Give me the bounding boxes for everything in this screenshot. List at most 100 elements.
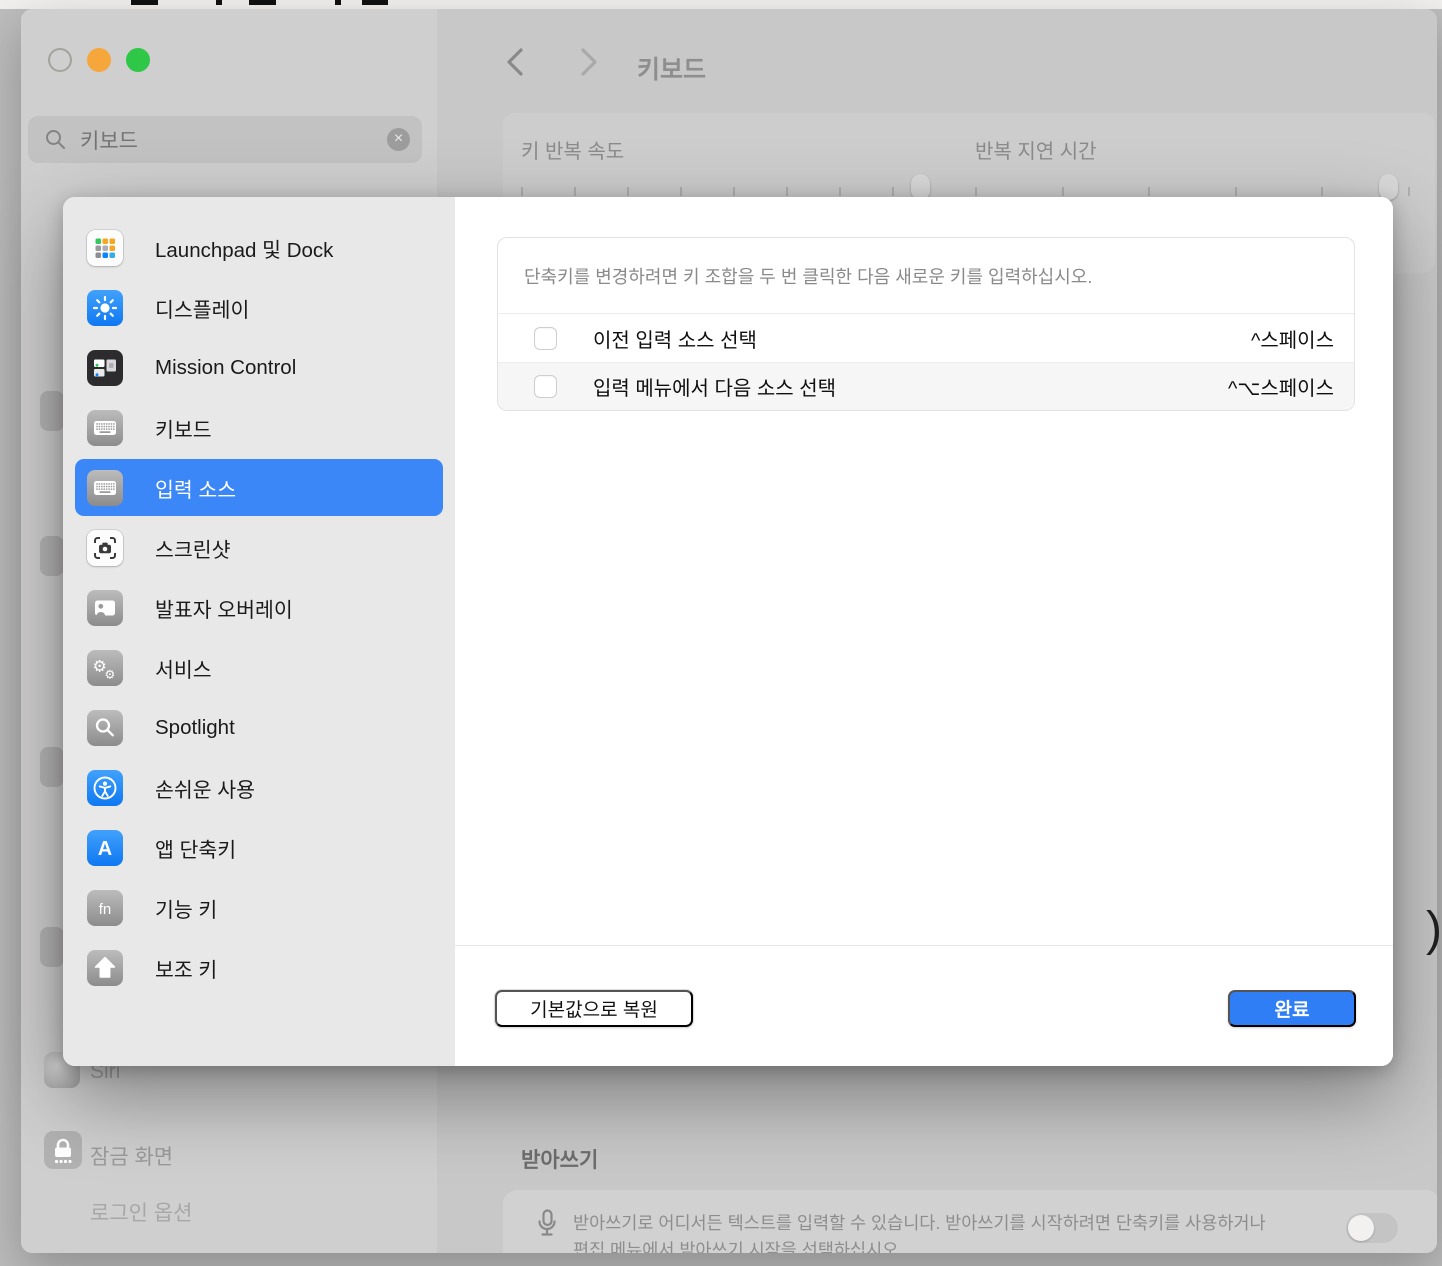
clipped-text-fragment bbox=[362, 0, 388, 5]
slider-tick bbox=[1235, 187, 1237, 196]
shortcut-instruction: 단축키를 변경하려면 키 조합을 두 번 클릭한 다음 새로운 키를 입력하십시… bbox=[498, 238, 1354, 314]
slider-tick bbox=[1148, 187, 1150, 196]
sidebar-item-lock-screen[interactable]: 잠금 화면 bbox=[90, 1141, 173, 1171]
input-sources-icon bbox=[87, 470, 123, 506]
presenter-overlay-icon bbox=[87, 590, 123, 626]
done-button[interactable]: 완료 bbox=[1228, 990, 1356, 1027]
shortcut-categories-sidebar: Launchpad 및 Dock 디스플레이 Mission Control 키보드입… bbox=[63, 197, 455, 1066]
dictation-title: 받아쓰기 bbox=[521, 1144, 598, 1174]
slider-tick bbox=[627, 187, 629, 196]
sidebar-item-login-options[interactable]: 로그인 옵션 bbox=[90, 1197, 192, 1227]
sheet-sidebar-item-label: 키보드 bbox=[155, 413, 212, 443]
shortcut-keys: ^⌥스페이스 bbox=[1228, 372, 1334, 401]
keyboard-shortcuts-sheet: Launchpad 및 Dock디스플레이Mission Control키보드입… bbox=[63, 197, 1393, 1066]
search-icon bbox=[44, 128, 67, 156]
sheet-sidebar-item-label: 발표자 오버레이 bbox=[155, 593, 293, 623]
shortcut-label: 이전 입력 소스 선택 bbox=[593, 324, 1251, 353]
zoom-button[interactable] bbox=[126, 48, 150, 72]
sheet-sidebar-item-4[interactable]: 입력 소스 bbox=[75, 459, 443, 516]
back-chevron-icon[interactable] bbox=[501, 45, 531, 84]
launchpad-dock-icon bbox=[87, 230, 123, 266]
toggle-knob bbox=[1348, 1215, 1374, 1241]
screenshot-icon bbox=[87, 530, 123, 566]
services-icon: ⚙⚙ bbox=[87, 650, 123, 686]
sheet-sidebar-item-0[interactable]: Launchpad 및 Dock bbox=[75, 219, 443, 276]
sheet-sidebar-item-label: Spotlight bbox=[155, 716, 235, 740]
sheet-sidebar-item-10[interactable]: A 앱 단축키 bbox=[75, 819, 443, 876]
sheet-sidebar-item-label: 디스플레이 bbox=[155, 293, 249, 323]
screen: 키보드 × Siri 잠금 화면 로그인 옵션 키보드 bbox=[0, 0, 1442, 1266]
clipped-text-fragment bbox=[131, 0, 158, 5]
slider-tick bbox=[680, 187, 682, 196]
search-field[interactable]: 키보드 × bbox=[28, 116, 422, 163]
function-keys-icon: fn bbox=[87, 890, 123, 926]
search-input[interactable]: 키보드 bbox=[80, 125, 422, 155]
dictation-toggle[interactable] bbox=[1346, 1213, 1398, 1243]
sheet-sidebar-item-label: Launchpad 및 Dock bbox=[155, 233, 333, 263]
sheet-sidebar-item-label: 서비스 bbox=[155, 653, 212, 683]
shortcut-label: 입력 메뉴에서 다음 소스 선택 bbox=[593, 372, 1228, 401]
shortcut-row-1[interactable]: 입력 메뉴에서 다음 소스 선택^⌥스페이스 bbox=[498, 362, 1354, 410]
restore-defaults-button[interactable]: 기본값으로 복원 bbox=[495, 990, 693, 1027]
shortcut-row-0[interactable]: 이전 입력 소스 선택^스페이스 bbox=[498, 314, 1354, 362]
slider-tick bbox=[786, 187, 788, 196]
app-shortcuts-icon: A bbox=[87, 830, 123, 866]
close-button[interactable] bbox=[48, 48, 72, 72]
sheet-sidebar-item-label: 보조 키 bbox=[155, 953, 217, 983]
shortcut-checkbox[interactable] bbox=[534, 327, 557, 350]
svg-text:A: A bbox=[98, 838, 112, 860]
dictation-card: 받아쓰기로 어디서든 텍스트를 입력할 수 있습니다. 받아쓰기를 시작하려면 … bbox=[503, 1190, 1437, 1253]
minimize-button[interactable] bbox=[87, 48, 111, 72]
sheet-sidebar-item-11[interactable]: fn 기능 키 bbox=[75, 879, 443, 936]
sheet-sidebar-item-label: 입력 소스 bbox=[155, 473, 236, 503]
forward-chevron-icon[interactable] bbox=[573, 45, 603, 84]
mission-control-icon bbox=[87, 350, 123, 386]
background-sidebar-icon bbox=[40, 747, 64, 787]
sheet-sidebar-item-9[interactable]: 손쉬운 사용 bbox=[75, 759, 443, 816]
sheet-sidebar-item-1[interactable]: 디스플레이 bbox=[75, 279, 443, 336]
footer-divider bbox=[455, 945, 1393, 946]
slider-tick bbox=[839, 187, 841, 196]
sheet-sidebar-item-7[interactable]: ⚙⚙ 서비스 bbox=[75, 639, 443, 696]
dictation-description: 받아쓰기로 어디서든 텍스트를 입력할 수 있습니다. 받아쓰기를 시작하려면 … bbox=[573, 1210, 1343, 1253]
shortcut-detail-pane: 단축키를 변경하려면 키 조합을 두 번 클릭한 다음 새로운 키를 입력하십시… bbox=[455, 197, 1393, 1066]
sheet-sidebar-item-3[interactable]: 키보드 bbox=[75, 399, 443, 456]
sheet-sidebar-item-2[interactable]: Mission Control bbox=[75, 339, 443, 396]
key-repeat-label: 키 반복 속도 bbox=[521, 135, 624, 164]
sheet-sidebar-item-label: Mission Control bbox=[155, 356, 296, 380]
slider-tick bbox=[892, 187, 894, 196]
clipped-text-fragment bbox=[335, 0, 341, 5]
slider-tick bbox=[574, 187, 576, 196]
shortcut-checkbox[interactable] bbox=[534, 375, 557, 398]
repeat-delay-label: 반복 지연 시간 bbox=[975, 135, 1097, 164]
sheet-sidebar-item-label: 스크린샷 bbox=[155, 533, 230, 563]
slider-tick bbox=[1062, 187, 1064, 196]
lock-screen-icon bbox=[44, 1131, 82, 1169]
microphone-icon bbox=[529, 1206, 565, 1247]
sheet-sidebar-item-6[interactable]: 발표자 오버레이 bbox=[75, 579, 443, 636]
slider-tick bbox=[1408, 187, 1410, 196]
shortcut-keys: ^스페이스 bbox=[1251, 324, 1334, 353]
clear-search-icon[interactable]: × bbox=[387, 128, 410, 151]
shortcut-table: 단축키를 변경하려면 키 조합을 두 번 클릭한 다음 새로운 키를 입력하십시… bbox=[497, 237, 1355, 411]
top-strip bbox=[0, 0, 1442, 9]
sheet-sidebar-item-8[interactable]: Spotlight bbox=[75, 699, 443, 756]
sheet-sidebar-item-label: 기능 키 bbox=[155, 893, 217, 923]
background-sidebar-icon bbox=[40, 391, 64, 431]
sheet-sidebar-item-label: 앱 단축키 bbox=[155, 833, 236, 863]
clipped-text-fragment bbox=[249, 0, 276, 5]
modifier-keys-icon bbox=[87, 950, 123, 986]
display-icon bbox=[87, 290, 123, 326]
clipped-glyph: ) bbox=[1426, 902, 1442, 957]
spotlight-icon bbox=[87, 710, 123, 746]
slider-tick bbox=[521, 187, 523, 196]
keyboard-icon bbox=[87, 410, 123, 446]
sheet-sidebar-item-5[interactable]: 스크린샷 bbox=[75, 519, 443, 576]
clipped-text-fragment bbox=[216, 0, 222, 5]
background-sidebar-icon bbox=[40, 536, 64, 576]
page-title: 키보드 bbox=[637, 50, 706, 86]
slider-tick bbox=[1321, 187, 1323, 196]
sheet-sidebar-item-12[interactable]: 보조 키 bbox=[75, 939, 443, 996]
accessibility-icon bbox=[87, 770, 123, 806]
background-sidebar-icon bbox=[40, 927, 64, 967]
